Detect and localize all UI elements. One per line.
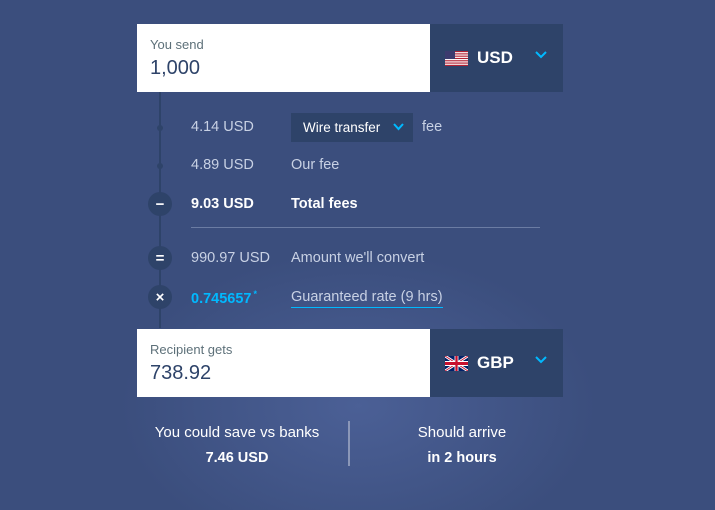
divider: [191, 227, 540, 228]
savings-value: 7.46 USD: [205, 450, 269, 466]
recipient-gets-label: Recipient gets: [150, 342, 233, 357]
arrival-value: in 2 hours: [427, 450, 497, 466]
receive-currency-code: GBP: [477, 353, 514, 372]
send-currency-select[interactable]: USD: [430, 24, 563, 92]
payment-method-value: Wire transfer: [303, 120, 381, 135]
fee-dot: [157, 125, 163, 131]
summary-divider: [348, 421, 350, 466]
us-flag-icon: [445, 50, 468, 66]
rate-footnote-marker: *: [253, 289, 257, 299]
uk-flag-icon: [445, 355, 468, 371]
you-send-label: You send: [150, 37, 204, 52]
exchange-rate: 0.745657 *: [191, 289, 257, 307]
chevron-down-icon: [535, 356, 547, 364]
fee-dot: [157, 163, 163, 169]
total-fees-label: Total fees: [291, 196, 358, 212]
convert-amount: 990.97 USD: [191, 250, 270, 266]
send-currency-code: USD: [477, 48, 513, 67]
payment-method-select[interactable]: Wire transfer: [291, 113, 413, 142]
our-fee-label: Our fee: [291, 157, 340, 173]
total-fees-amount: 9.03 USD: [191, 196, 254, 212]
you-send-input[interactable]: [150, 57, 417, 80]
receive-currency-select[interactable]: GBP: [430, 329, 563, 397]
arrival-label: Should arrive: [417, 424, 507, 441]
guaranteed-rate-link[interactable]: Guaranteed rate (9 hrs): [291, 289, 443, 308]
recipient-gets-field[interactable]: Recipient gets: [137, 329, 430, 397]
convert-label: Amount we'll convert: [291, 250, 425, 266]
transfer-fee-amount: 4.14 USD: [191, 119, 254, 135]
savings-summary: You could save vs banks 7.46 USD: [137, 424, 337, 466]
equals-icon: =: [148, 246, 172, 270]
multiply-icon: ×: [148, 285, 172, 309]
minus-icon: −: [148, 192, 172, 216]
arrival-summary: Should arrive in 2 hours: [362, 424, 562, 466]
our-fee-amount: 4.89 USD: [191, 157, 254, 173]
chevron-down-icon: [535, 51, 547, 59]
chevron-down-icon: [393, 123, 404, 131]
exchange-rate-value: 0.745657: [191, 290, 252, 307]
recipient-gets-input[interactable]: [150, 362, 417, 385]
you-send-field[interactable]: You send: [137, 24, 430, 92]
savings-label: You could save vs banks: [154, 424, 320, 441]
fee-suffix: fee: [422, 119, 443, 135]
